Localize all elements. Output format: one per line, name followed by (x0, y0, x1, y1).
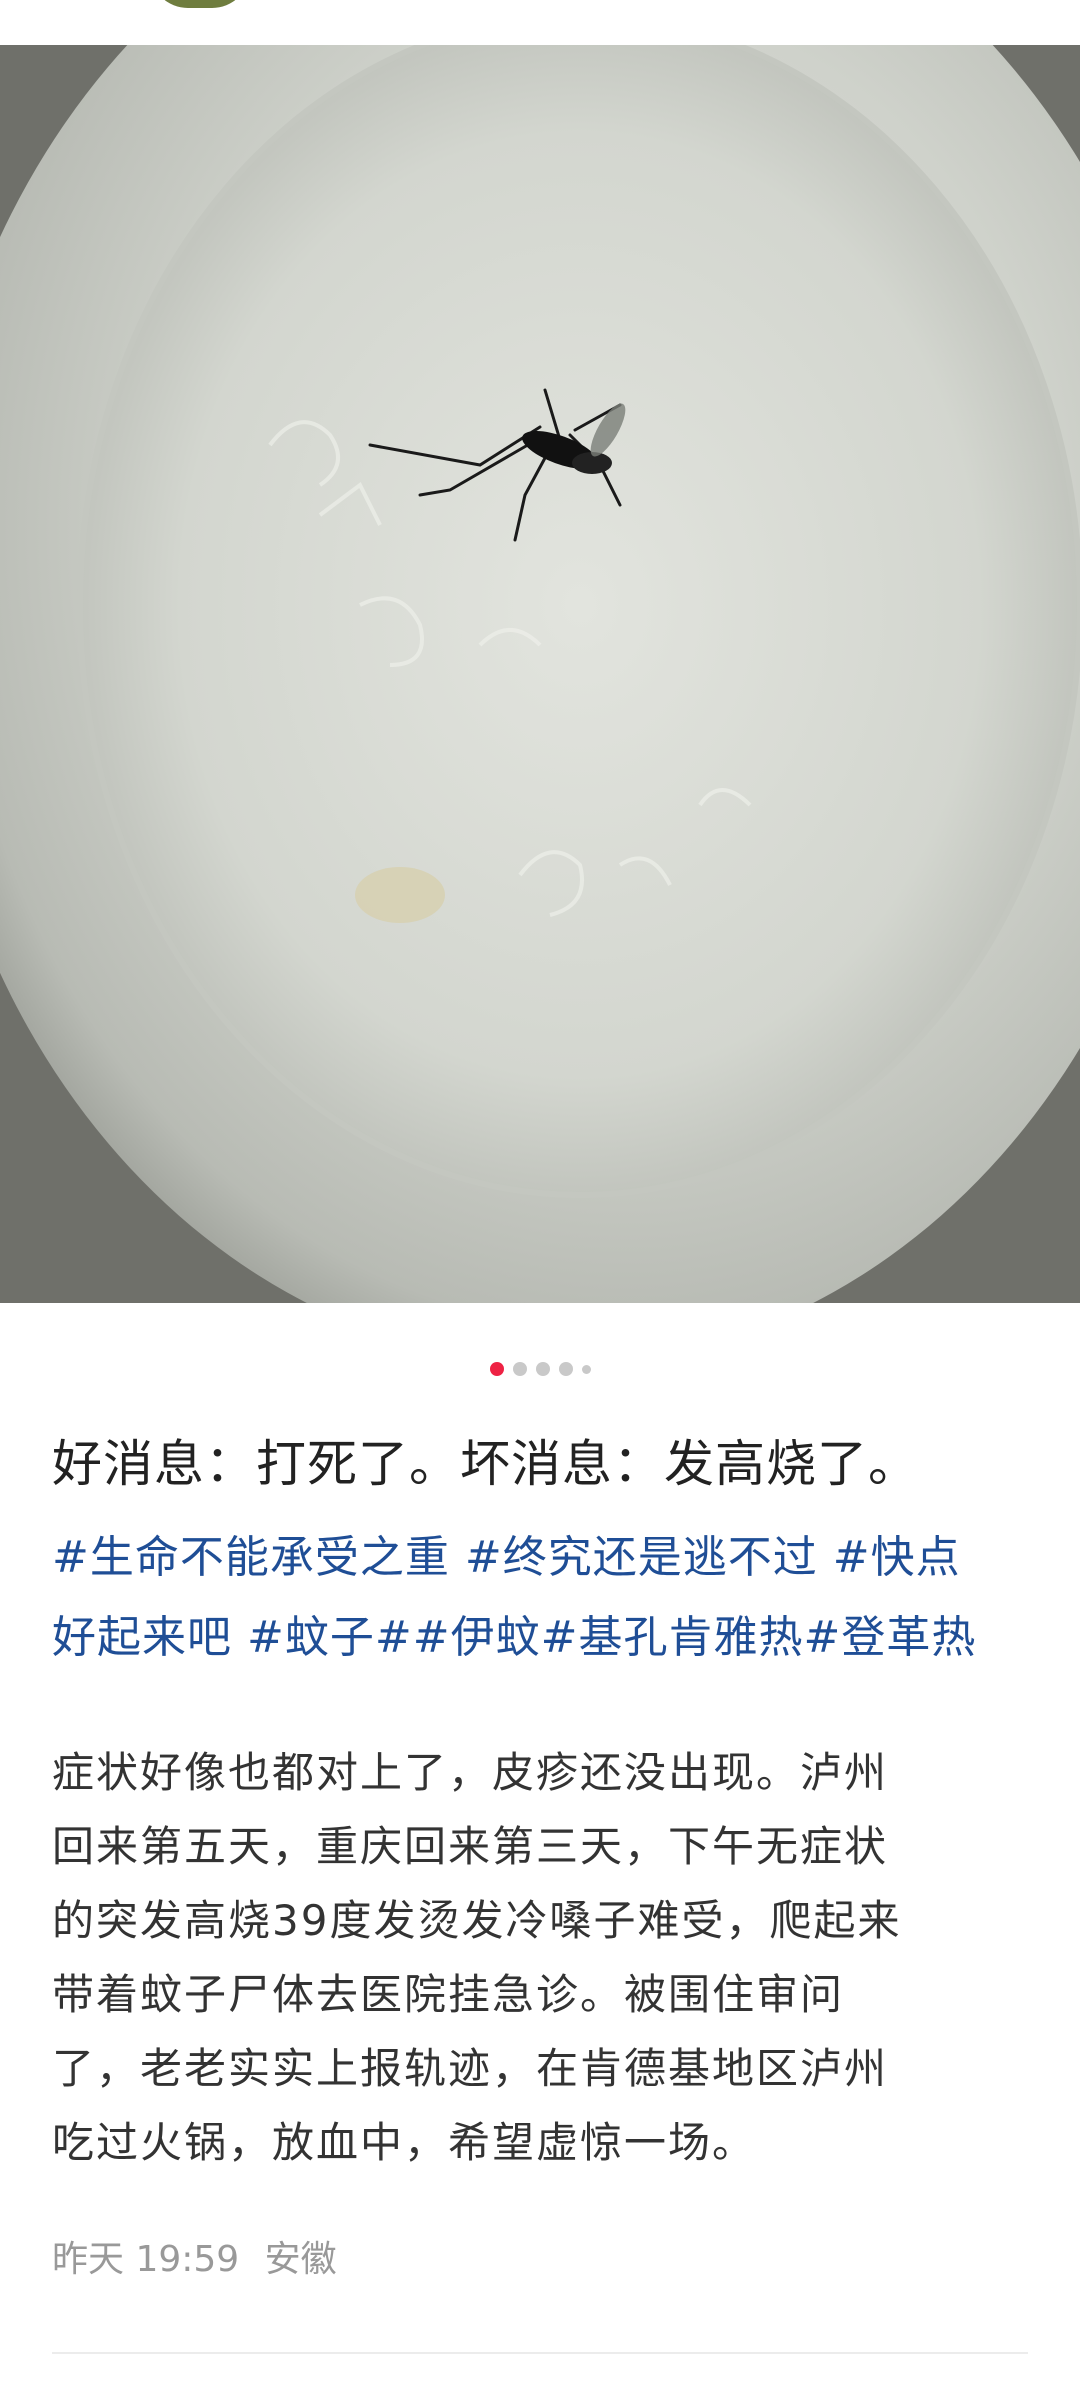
header-strip (0, 0, 1080, 45)
post-image[interactable] (0, 45, 1080, 1303)
post-body: 症状好像也都对上了，皮疹还没出现。泸州 回来第五天，重庆回来第三天，下午无症状 … (52, 1736, 1042, 2180)
post-time: 昨天 19:59 (52, 2239, 240, 2280)
body-line: 带着蚊子尸体去医院挂急诊。被围住审问 (52, 1970, 845, 2019)
hashtag-line[interactable]: 好起来吧 #蚊子##伊蚊#基孔肯雅热#登革热 (52, 1598, 1042, 1678)
carousel-dot[interactable] (558, 1362, 573, 1376)
carousel-dot[interactable] (535, 1362, 550, 1376)
carousel-dot-active[interactable] (489, 1362, 504, 1376)
hashtag-line[interactable]: #生命不能承受之重 #终究还是逃不过 #快点 (52, 1518, 1042, 1598)
body-line: 吃过火锅，放血中，希望虚惊一场。 (52, 2118, 757, 2167)
body-line: 的突发高烧39度发烫发冷嗓子难受，爬起来 (52, 1896, 902, 1945)
post-meta: 昨天 19:59 安徽 (52, 2232, 337, 2288)
post-location: 安徽 (264, 2239, 337, 2280)
post-title: 好消息：打死了。坏消息：发高烧了。 (52, 1435, 919, 1493)
avatar[interactable] (150, 0, 250, 8)
body-line: 了，老老实实上报轨迹，在肯德基地区泸州 (52, 2044, 889, 2093)
carousel-dot[interactable] (512, 1362, 527, 1376)
hashtag-block[interactable]: #生命不能承受之重 #终究还是逃不过 #快点 好起来吧 #蚊子##伊蚊#基孔肯雅… (52, 1518, 1042, 1678)
divider (52, 2352, 1028, 2354)
carousel-dot-more[interactable] (581, 1364, 591, 1374)
body-line: 回来第五天，重庆回来第三天，下午无症状 (52, 1822, 889, 1871)
body-line: 症状好像也都对上了，皮疹还没出现。泸州 (52, 1748, 889, 1797)
carousel-indicator[interactable] (0, 1361, 1080, 1377)
